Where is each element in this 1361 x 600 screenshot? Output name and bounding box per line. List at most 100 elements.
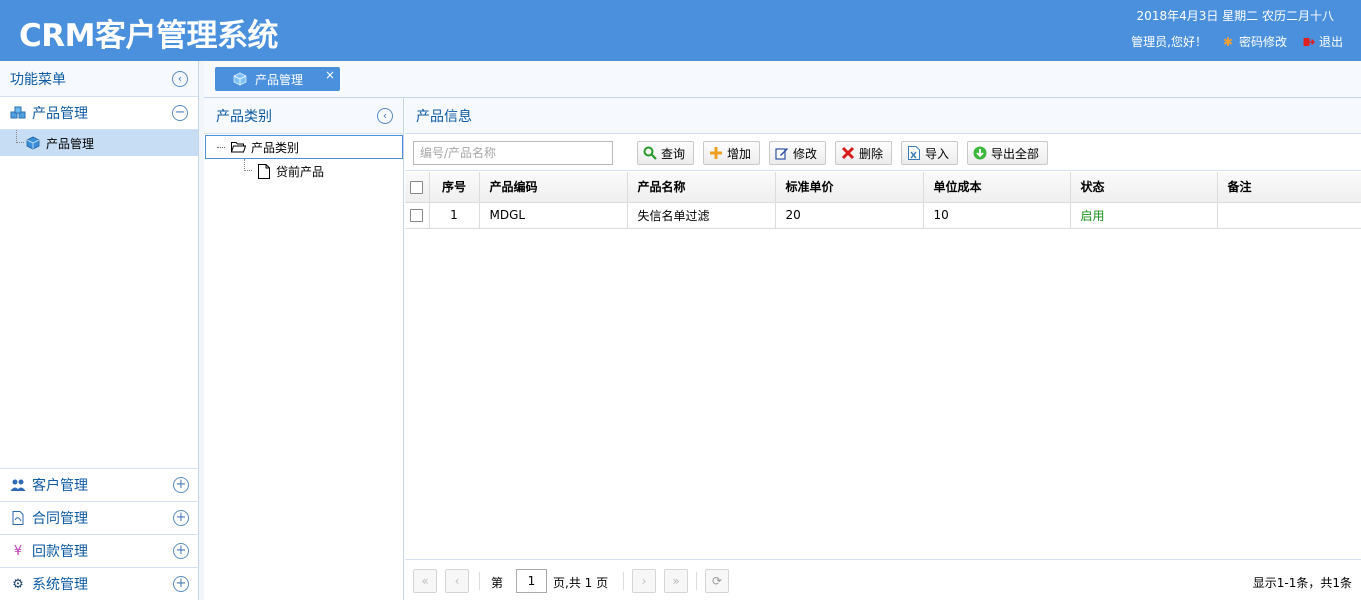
- section-payment-management[interactable]: ¥ 回款管理 +: [0, 534, 199, 567]
- left-menu-header: 功能菜单 ‹: [0, 61, 198, 97]
- cell-code: MDGL: [479, 202, 628, 229]
- logout-label: 退出: [1318, 35, 1343, 49]
- collapse-menu-button[interactable]: ‹: [172, 71, 188, 87]
- import-button[interactable]: 导入: [901, 141, 959, 165]
- tree-node-root[interactable]: 产品类别: [205, 135, 403, 159]
- column-header[interactable]: 备注: [1217, 172, 1361, 203]
- expand-section-icon: +: [173, 543, 189, 559]
- excel-icon: [907, 146, 921, 160]
- tree-node-child[interactable]: 贷前产品: [244, 159, 324, 183]
- tab-label: 产品管理: [255, 72, 304, 87]
- edit-icon: [775, 146, 789, 160]
- table-row[interactable]: 1 MDGL 失信名单过滤 20 10 启用: [405, 202, 1361, 229]
- product-info-header: 产品信息: [405, 98, 1361, 134]
- plus-icon: [709, 146, 723, 160]
- collapse-section-icon: −: [172, 105, 188, 121]
- delete-icon: [841, 146, 855, 160]
- collapse-category-button[interactable]: ‹: [377, 108, 393, 124]
- export-all-button[interactable]: 导出全部: [967, 141, 1049, 165]
- chevron-left-icon: ‹: [382, 109, 388, 122]
- left-menu-title: 功能菜单: [10, 71, 66, 88]
- logout-icon: [1303, 36, 1316, 48]
- page-number-input[interactable]: [516, 569, 547, 593]
- date-display: 2018年4月3日 星期二 农历二月十八: [1136, 9, 1334, 23]
- section-label: 产品管理: [32, 106, 88, 122]
- pagination-info: 显示1-1条，共1条: [1252, 576, 1352, 590]
- pagination-bar: « ‹ 第 页,共 1 页 › » ⟳ 显示1-1条，共1条: [405, 559, 1361, 600]
- cell-status: 启用: [1070, 202, 1218, 229]
- expand-section-icon: +: [173, 477, 189, 493]
- search-icon: [643, 146, 657, 160]
- refresh-button[interactable]: ⟳: [705, 569, 729, 593]
- column-header[interactable]: 序号: [429, 172, 480, 203]
- cell-cost: 10: [923, 202, 1071, 229]
- asterisk-icon: ✱: [1222, 34, 1234, 49]
- column-header[interactable]: 产品编码: [479, 172, 628, 203]
- product-table: 序号 产品编码 产品名称 标准单价 单位成本 状态 备注 1 MDGL 失信名单…: [405, 172, 1361, 229]
- column-header[interactable]: 标准单价: [775, 172, 924, 203]
- cell-price: 20: [775, 202, 924, 229]
- page-prefix: 第: [491, 576, 504, 590]
- cube-icon: [26, 136, 40, 150]
- last-page-button[interactable]: »: [664, 569, 688, 593]
- expand-section-icon: +: [173, 576, 189, 592]
- prev-page-button[interactable]: ‹: [445, 569, 469, 593]
- table-header-row: 序号 产品编码 产品名称 标准单价 单位成本 状态 备注: [405, 172, 1361, 203]
- first-page-button[interactable]: «: [413, 569, 437, 593]
- folder-open-icon: [231, 142, 246, 153]
- cube-icon: [233, 72, 247, 86]
- category-panel-header: 产品类别 ‹: [204, 98, 403, 134]
- greeting-text: 管理员,您好！: [1131, 35, 1207, 49]
- user-bar: 管理员,您好！ ✱ 密码修改 退出: [1131, 33, 1343, 50]
- left-menu: 功能菜单 ‹ 产品管理 − 产品管理 客户管理 + 合同管理 + ¥ 回款管理 …: [0, 61, 199, 600]
- product-info-title: 产品信息: [416, 108, 472, 125]
- column-header[interactable]: 状态: [1070, 172, 1218, 203]
- first-page-icon: «: [421, 574, 429, 588]
- section-contract-management[interactable]: 合同管理 +: [0, 501, 199, 534]
- last-page-icon: »: [672, 574, 680, 588]
- app-title: CRM客户管理系统: [19, 18, 278, 54]
- edit-button[interactable]: 修改: [769, 141, 827, 165]
- query-button[interactable]: 查询: [637, 141, 695, 165]
- section-customer-management[interactable]: 客户管理 +: [0, 468, 199, 501]
- document-icon: [10, 510, 26, 526]
- menu-item-product-management[interactable]: 产品管理: [0, 130, 198, 156]
- menu-item-label: 产品管理: [46, 136, 95, 151]
- select-all-cell: [405, 172, 430, 203]
- column-header[interactable]: 单位成本: [923, 172, 1071, 203]
- refresh-icon: ⟳: [711, 574, 723, 588]
- expand-section-icon: +: [173, 510, 189, 526]
- tree-node-label: 贷前产品: [276, 164, 325, 179]
- toolbar: 查询 增加 修改 删除 导入: [405, 134, 1361, 171]
- tree-node-label: 产品类别: [251, 140, 300, 155]
- menu-sections: 客户管理 + 合同管理 + ¥ 回款管理 + ⚙ 系统管理 +: [0, 468, 199, 600]
- row-select-cell: [405, 202, 430, 229]
- add-button[interactable]: 增加: [703, 141, 761, 165]
- download-icon: [973, 146, 987, 160]
- column-header[interactable]: 产品名称: [627, 172, 776, 203]
- cell-name: 失信名单过滤: [627, 202, 776, 229]
- tab-product-management[interactable]: 产品管理 ×: [215, 67, 340, 91]
- close-tab-icon[interactable]: ×: [325, 68, 335, 82]
- cell-remark: [1217, 202, 1361, 229]
- row-checkbox[interactable]: [410, 209, 424, 222]
- search-input[interactable]: [413, 141, 613, 165]
- prev-page-icon: ‹: [454, 574, 460, 588]
- select-all-checkbox[interactable]: [410, 180, 424, 194]
- users-icon: [10, 477, 26, 493]
- section-system-management[interactable]: ⚙ 系统管理 +: [0, 567, 199, 600]
- change-password-link[interactable]: ✱ 密码修改: [1223, 33, 1287, 50]
- cubes-icon: [10, 105, 26, 121]
- product-info-panel: 产品信息 查询 增加 修改 删除: [405, 98, 1361, 600]
- logout-link[interactable]: 退出: [1303, 33, 1343, 50]
- delete-button[interactable]: 删除: [835, 141, 893, 165]
- yen-icon: ¥: [13, 543, 23, 559]
- category-panel: 产品类别 ‹ 产品类别 贷前产品: [204, 98, 404, 600]
- section-product-management[interactable]: 产品管理 −: [0, 97, 198, 130]
- category-panel-title: 产品类别: [216, 108, 272, 125]
- app-header: CRM客户管理系统 2018年4月3日 星期二 农历二月十八 管理员,您好！ ✱…: [0, 0, 1361, 61]
- section-label: 客户管理: [32, 478, 88, 494]
- file-icon: [258, 163, 270, 179]
- next-page-button[interactable]: ›: [632, 569, 656, 593]
- section-label: 系统管理: [32, 577, 88, 593]
